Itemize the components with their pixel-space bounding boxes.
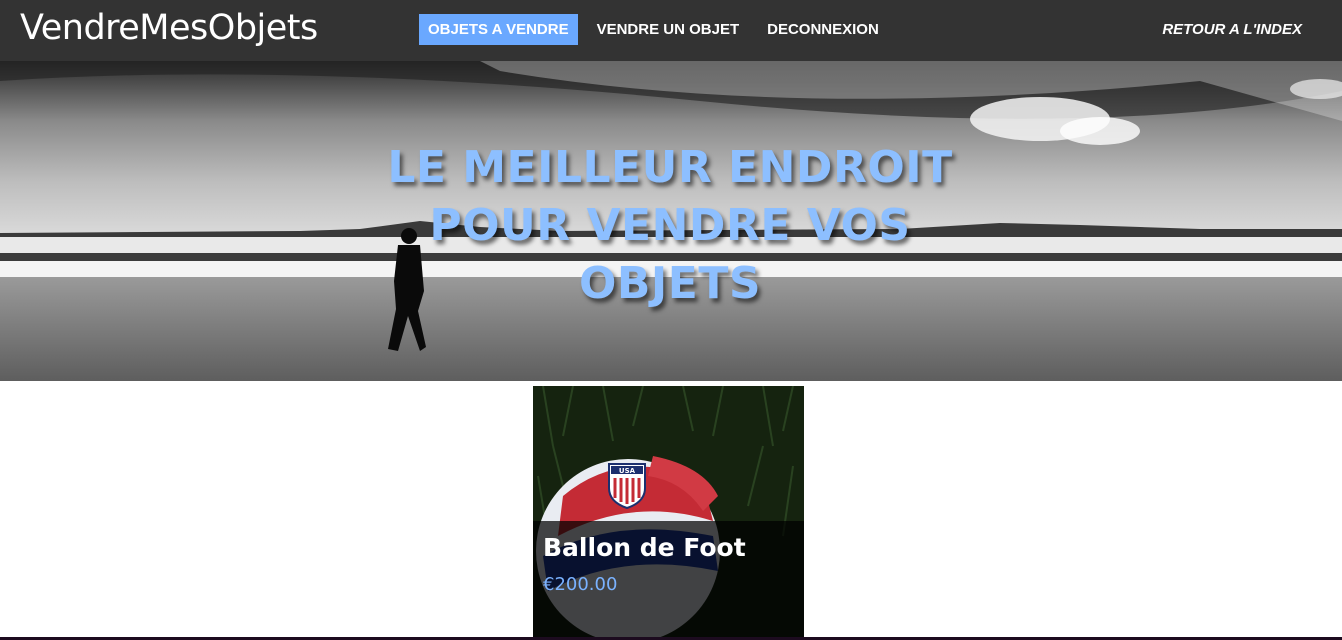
product-card[interactable]: USA Ballon de Foot €200.00 <box>533 386 804 640</box>
nav-link-deconnexion[interactable]: DECONNEXION <box>758 14 888 45</box>
product-price: €200.00 <box>543 574 618 595</box>
nav-link-objets-a-vendre[interactable]: OBJETS A VENDRE <box>419 14 578 45</box>
svg-text:USA: USA <box>619 467 636 475</box>
nav-links: OBJETS A VENDRE VENDRE UN OBJET DECONNEX… <box>419 14 898 45</box>
nav-link-vendre-un-objet[interactable]: VENDRE UN OBJET <box>588 14 749 45</box>
product-title[interactable]: Ballon de Foot <box>543 532 746 564</box>
usa-crest-icon: USA <box>608 463 646 510</box>
hero-banner: LE MEILLEUR ENDROIT POUR VENDRE VOS OBJE… <box>0 61 1342 381</box>
top-navbar: VendreMesObjets OBJETS A VENDRE VENDRE U… <box>0 0 1342 61</box>
nav-link-retour-index[interactable]: RETOUR A L'INDEX <box>1162 14 1302 45</box>
site-brand[interactable]: VendreMesObjets <box>20 8 318 48</box>
hero-title: LE MEILLEUR ENDROIT POUR VENDRE VOS OBJE… <box>387 142 953 309</box>
